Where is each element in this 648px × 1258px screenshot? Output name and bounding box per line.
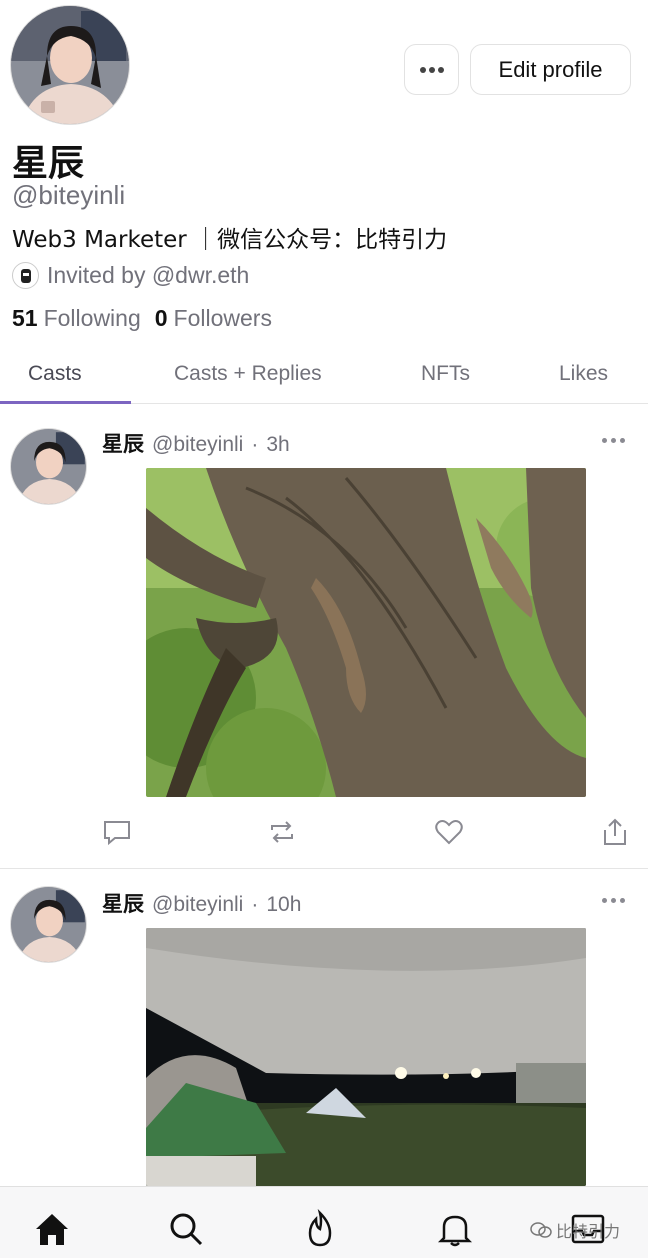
wechat-icon [530, 1222, 552, 1238]
watermark: 比特引力 [530, 1218, 620, 1242]
flame-icon[interactable] [300, 1209, 340, 1249]
profile-tabs: Casts Casts + Replies NFTs Likes [0, 352, 648, 404]
home-icon[interactable] [32, 1209, 72, 1249]
cast-author-handle[interactable]: @biteyinli [152, 433, 243, 457]
followers-label: Followers [173, 305, 272, 331]
follow-counts: 51 Following 0 Followers [12, 305, 272, 332]
cast-divider [0, 868, 648, 869]
share-icon[interactable] [599, 816, 631, 848]
cast-header: 星辰 @biteyinli · 3h [102, 428, 290, 458]
cast-more-icon[interactable] [602, 896, 628, 904]
inviter-face-icon [20, 268, 31, 283]
campsite-photo [146, 928, 586, 1186]
invited-by-text: Invited by @dwr.eth [47, 262, 250, 288]
cast-image-squirrels[interactable] [146, 468, 586, 797]
cast-timestamp: 10h [266, 893, 302, 916]
tab-casts-replies[interactable]: Casts + Replies [174, 362, 322, 386]
cast-header: 星辰 @biteyinli · 10h [102, 888, 301, 918]
following-count: 51 [12, 305, 38, 331]
cast-author-name[interactable]: 星辰 [102, 888, 144, 918]
cast-author-handle[interactable]: @biteyinli [152, 893, 243, 917]
cast-image-campsite[interactable] [146, 928, 586, 1186]
cast-author-avatar[interactable] [10, 428, 87, 505]
tab-nfts[interactable]: NFTs [421, 362, 470, 386]
watermark-text: 比特引力 [556, 1222, 621, 1241]
like-icon[interactable] [433, 816, 465, 848]
cast-actions [0, 816, 648, 856]
ellipsis-icon [419, 66, 444, 73]
cast-author-avatar[interactable] [10, 886, 87, 963]
cast-separator: · [251, 433, 259, 456]
profile-photo [11, 6, 129, 124]
more-options-button[interactable] [404, 44, 459, 95]
bell-icon[interactable] [435, 1209, 475, 1249]
author-photo [11, 429, 86, 504]
search-icon[interactable] [166, 1209, 206, 1249]
cast-timestamp: 3h [266, 433, 290, 456]
followers-count: 0 [154, 305, 168, 331]
following-stat[interactable]: 51 Following [12, 305, 141, 332]
inviter-avatar [12, 262, 39, 289]
followers-stat[interactable]: 0 Followers [155, 305, 272, 332]
reply-icon[interactable] [101, 816, 133, 848]
profile-display-name: 星辰 [12, 143, 85, 184]
profile-avatar[interactable] [10, 5, 130, 125]
active-tab-indicator [0, 401, 131, 404]
profile-handle: @biteyinli [12, 180, 126, 210]
tab-casts[interactable]: Casts [28, 362, 82, 386]
following-label: Following [43, 305, 141, 331]
cast-separator: · [251, 893, 259, 916]
profile-bio: Web3 Marketer ｜微信公众号：比特引力 [12, 227, 448, 253]
cast-more-icon[interactable] [602, 436, 628, 444]
tab-likes[interactable]: Likes [559, 362, 608, 386]
tree-squirrel-photo [146, 468, 586, 797]
cast-author-name[interactable]: 星辰 [102, 428, 144, 458]
recast-icon[interactable] [266, 816, 298, 848]
author-photo [11, 887, 86, 962]
edit-profile-button[interactable]: Edit profile [470, 44, 631, 95]
invited-by[interactable]: Invited by @dwr.eth [12, 262, 249, 289]
